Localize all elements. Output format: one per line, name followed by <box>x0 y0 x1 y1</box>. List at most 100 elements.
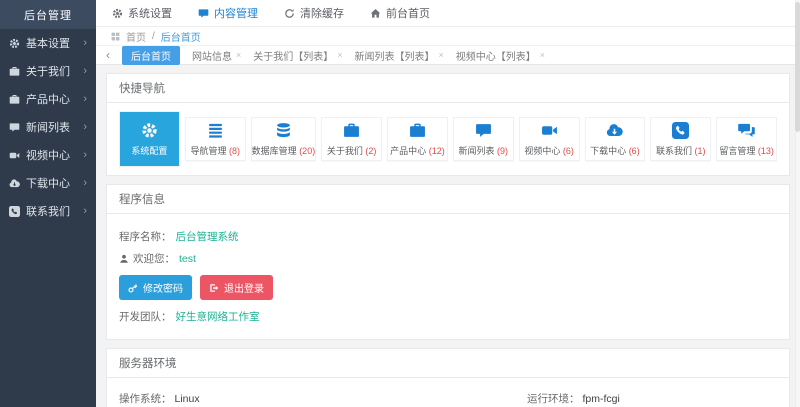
cloud-download-icon <box>606 122 623 139</box>
quick-nav-title: 快捷导航 <box>107 74 789 103</box>
sidebar-item-basic-settings[interactable]: 基本设置 › <box>0 29 96 57</box>
card-video-center[interactable]: 视频中心 (6) <box>518 117 580 161</box>
topnav-frontend-home[interactable]: 前台首页 <box>370 5 430 21</box>
chevron-right-icon: › <box>83 204 87 217</box>
breadcrumb-current[interactable]: 后台首页 <box>161 29 201 44</box>
topnav-label: 系统设置 <box>128 8 172 20</box>
sidebar-item-product-center[interactable]: 产品中心 › <box>0 85 96 113</box>
tab-about-us-list[interactable]: 关于我们【列表】 × <box>253 48 342 63</box>
sidebar-item-video-center[interactable]: 视频中心 › <box>0 141 96 169</box>
topnav-system-settings[interactable]: 系统设置 <box>112 5 172 21</box>
server-env-title: 服务器环境 <box>107 349 789 378</box>
top-navbar: 系统设置 内容管理 清除缓存 前台首页 <box>96 0 800 27</box>
briefcase-icon <box>9 94 20 105</box>
scrollbar-thumb[interactable] <box>795 2 800 132</box>
quick-nav-cards: 系统配置 导航管理 (8) 数据库管理 (20) 关于我们 (2) 产品中心 (… <box>107 103 789 175</box>
gear-icon <box>141 122 158 139</box>
tab-news-list[interactable]: 新闻列表【列表】 × <box>355 48 444 63</box>
close-icon[interactable]: × <box>540 50 545 60</box>
chevron-right-icon: › <box>83 176 87 189</box>
button-label: 退出登录 <box>224 284 264 295</box>
account-buttons: 修改密码 退出登录 <box>119 275 777 300</box>
gear-icon <box>112 8 123 19</box>
tab-admin-home[interactable]: 后台首页 <box>122 45 180 65</box>
close-icon[interactable]: × <box>236 50 241 60</box>
card-message-management[interactable]: 留言管理 (13) <box>716 117 777 161</box>
refresh-icon <box>284 8 295 19</box>
program-info-section: 程序信息 程序名称： 后台管理系统 欢迎您： test 修改密码 退出登录 开发… <box>106 184 790 340</box>
list-icon <box>207 122 224 139</box>
card-system-config[interactable]: 系统配置 <box>119 111 180 167</box>
tab-label: 关于我们【列表】 <box>253 51 334 63</box>
video-camera-icon <box>9 150 20 161</box>
phone-icon <box>9 206 20 217</box>
breadcrumb-home[interactable]: 首页 <box>126 29 146 44</box>
video-camera-icon <box>541 122 558 139</box>
topnav-label: 前台首页 <box>386 8 430 20</box>
program-name-link[interactable]: 后台管理系统 <box>176 229 239 244</box>
card-label: 数据库管理 (20) <box>251 145 316 156</box>
card-label: 联系我们 (1) <box>655 145 706 156</box>
topnav-content-management[interactable]: 内容管理 <box>198 5 258 21</box>
sidebar-item-label: 视频中心 <box>26 150 70 162</box>
app-title: 后台管理 <box>0 0 96 29</box>
dev-team-label: 开发团队： <box>119 311 172 323</box>
sidebar-item-label: 产品中心 <box>26 94 70 106</box>
logout-button[interactable]: 退出登录 <box>200 275 273 300</box>
tab-video-center-list[interactable]: 视频中心【列表】 × <box>456 48 545 63</box>
card-label: 产品中心 (12) <box>390 145 445 156</box>
content-area: 快捷导航 系统配置 导航管理 (8) 数据库管理 (20) 关于我们 (2) 产… <box>96 65 800 407</box>
topnav-label: 清除缓存 <box>300 8 344 20</box>
sidebar-item-contact-us[interactable]: 联系我们 › <box>0 197 96 225</box>
briefcase-icon <box>9 66 20 77</box>
dev-team-link[interactable]: 好生意网络工作室 <box>176 309 260 324</box>
sidebar-item-label: 新闻列表 <box>26 122 70 134</box>
tab-label: 视频中心【列表】 <box>455 51 536 63</box>
sidebar-item-download-center[interactable]: 下载中心 › <box>0 169 96 197</box>
chevron-right-icon: › <box>83 92 87 105</box>
username: test <box>179 252 196 265</box>
chevron-left-icon[interactable]: ‹ <box>106 49 110 61</box>
tab-label: 后台首页 <box>131 51 171 63</box>
comments-icon <box>738 122 755 139</box>
briefcase-icon <box>409 122 426 139</box>
sidebar: 后台管理 基本设置 › 关于我们 › 产品中心 › 新闻列表 › 视频中心 › … <box>0 0 96 407</box>
server-env-left-column: 操作系统：Linux Php版本：5.6.37 服务器ip：172.31.97.… <box>119 386 527 407</box>
card-nav-management[interactable]: 导航管理 (8) <box>184 117 246 161</box>
card-about-us[interactable]: 关于我们 (2) <box>321 117 383 161</box>
card-news-list[interactable]: 新闻列表 (9) <box>452 117 514 161</box>
breadcrumb-separator: / <box>152 30 155 42</box>
change-password-button[interactable]: 修改密码 <box>119 275 192 300</box>
program-name-row: 程序名称： 后台管理系统 <box>119 229 777 244</box>
sidebar-item-news-list[interactable]: 新闻列表 › <box>0 113 96 141</box>
chevron-right-icon: › <box>83 64 87 77</box>
tab-label: 网站信息 <box>192 51 232 63</box>
card-database-management[interactable]: 数据库管理 (20) <box>250 117 317 161</box>
server-env-section: 服务器环境 操作系统：Linux Php版本：5.6.37 服务器ip：172.… <box>106 348 790 407</box>
page-scrollbar[interactable] <box>795 0 800 407</box>
card-label: 关于我们 (2) <box>326 145 377 156</box>
main-header: 系统设置 内容管理 清除缓存 前台首页 首页 / 后台首页 ‹ 后台首页 网站信… <box>96 0 800 65</box>
close-icon[interactable]: × <box>337 50 342 60</box>
welcome-label: 欢迎您： <box>133 253 175 265</box>
gear-icon <box>9 38 20 49</box>
close-icon[interactable]: × <box>439 50 444 60</box>
database-icon <box>275 122 292 139</box>
quick-nav-section: 快捷导航 系统配置 导航管理 (8) 数据库管理 (20) 关于我们 (2) 产… <box>106 73 790 176</box>
card-label: 下载中心 (6) <box>590 145 640 156</box>
key-icon <box>128 283 138 293</box>
program-name-label: 程序名称： <box>119 231 172 243</box>
topnav-clear-cache[interactable]: 清除缓存 <box>284 5 344 21</box>
env-row-runtime: 运行环境： fpm-fcgi <box>526 392 620 405</box>
comment-icon <box>198 8 209 19</box>
sidebar-item-about-us[interactable]: 关于我们 › <box>0 57 96 85</box>
sidebar-item-label: 基本设置 <box>26 38 70 50</box>
card-download-center[interactable]: 下载中心 (6) <box>584 117 646 161</box>
tab-site-info[interactable]: 网站信息 × <box>192 48 241 63</box>
breadcrumb: 首页 / 后台首页 <box>96 27 800 46</box>
card-product-center[interactable]: 产品中心 (12) <box>387 117 448 161</box>
card-contact-us[interactable]: 联系我们 (1) <box>650 117 712 161</box>
tabs-bar: ‹ 后台首页 网站信息 × 关于我们【列表】 × 新闻列表【列表】 × 视频中心… <box>96 45 800 65</box>
grid-icon <box>111 32 120 41</box>
cloud-download-icon <box>9 178 20 189</box>
